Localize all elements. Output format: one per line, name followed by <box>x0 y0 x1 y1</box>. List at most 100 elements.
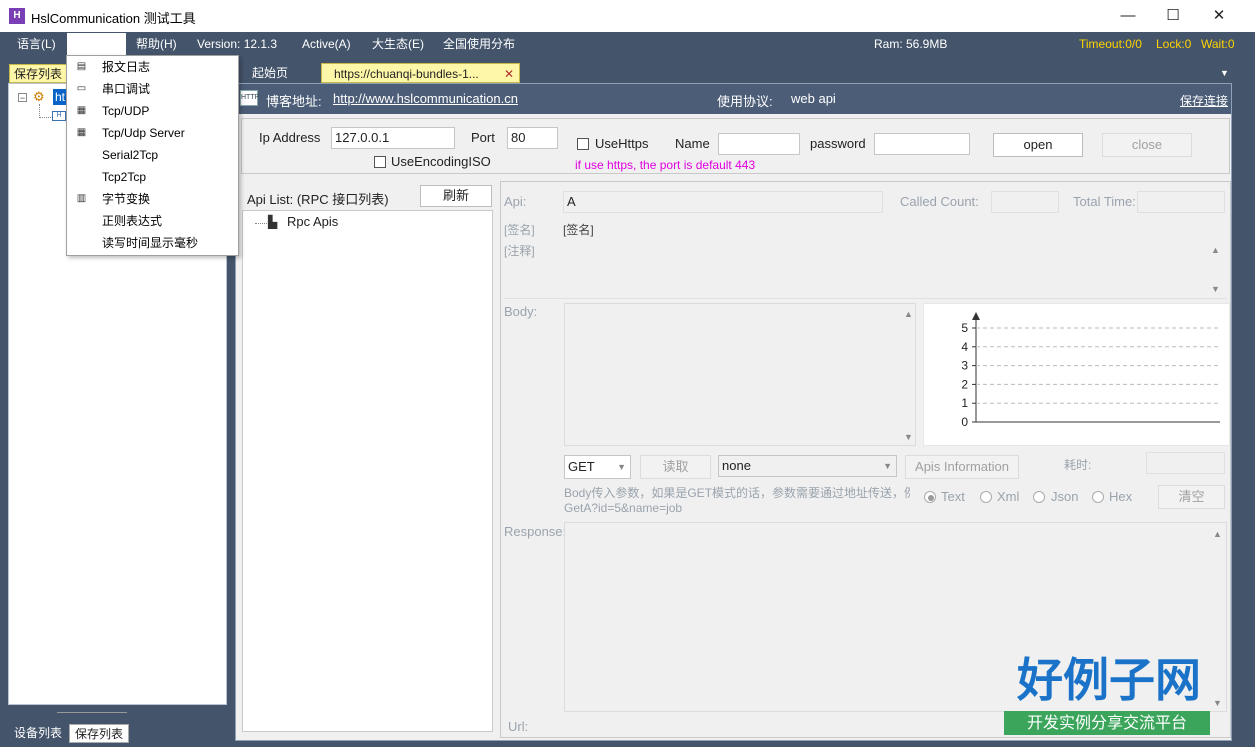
chart-y-tick-label: 0 <box>961 415 968 429</box>
apis-information-button[interactable]: Apis Information <box>905 455 1019 479</box>
method-value: GET <box>568 459 595 474</box>
scroll-down-icon[interactable]: ▼ <box>1211 284 1220 294</box>
use-encoding-label[interactable]: UseEncodingISO <box>391 154 491 169</box>
open-button[interactable]: open <box>993 133 1083 157</box>
maximize-button[interactable]: ☐ <box>1150 0 1196 32</box>
port-input[interactable]: 80 <box>507 127 558 149</box>
use-encoding-checkbox[interactable] <box>374 156 386 168</box>
url-label: Url: <box>508 719 529 734</box>
chevron-down-icon: ▼ <box>617 462 626 472</box>
time-chart: 0 1 2 3 4 5 <box>961 312 1220 429</box>
format-hex-label[interactable]: Hex <box>1109 489 1132 504</box>
format-text-radio[interactable] <box>924 491 936 503</box>
scroll-indicator <box>57 712 127 713</box>
tab-start-page[interactable]: 起始页 <box>240 63 300 83</box>
tab-saved-list[interactable]: 保存列表 <box>69 724 130 743</box>
menu-item-serial-debug[interactable]: ▭ 串口调试 <box>67 78 238 100</box>
content-type-value: none <box>722 458 751 473</box>
menu-item-byte-transform[interactable]: ▥ 字节变换 <box>67 188 238 210</box>
password-input[interactable] <box>874 133 970 155</box>
refresh-button[interactable]: 刷新 <box>420 185 492 207</box>
rpc-icon: ▙ <box>268 215 278 229</box>
save-connection-link[interactable]: 保存连接 <box>1180 92 1228 109</box>
http-icon: HTTP <box>240 90 259 106</box>
format-hex-radio[interactable] <box>1092 491 1104 503</box>
menu-bar: 语言(L) 帮助(H) Version: 12.1.3 Active(A) 大生… <box>0 32 1255 56</box>
tree-node-selected[interactable]: ht <box>53 89 68 105</box>
collapse-icon[interactable]: − <box>18 93 27 103</box>
minimize-button[interactable]: — <box>1105 0 1151 32</box>
menu-ecosystem[interactable]: 大生态(E) <box>372 32 424 56</box>
use-https-label[interactable]: UseHttps <box>595 136 648 151</box>
network-icon: ▦ <box>76 105 87 116</box>
menu-item-tcp-udp[interactable]: ▦ Tcp/UDP <box>67 100 238 122</box>
menu-help[interactable]: 帮助(H) <box>136 32 177 56</box>
title-bar: H HslCommunication 测试工具 — ☐ ✕ <box>0 0 1255 32</box>
format-json-radio[interactable] <box>1033 491 1045 503</box>
ip-address-label: Ip Address <box>259 130 321 145</box>
read-button[interactable]: 读取 <box>640 455 711 479</box>
protocol-label: 使用协议: <box>717 94 773 109</box>
scroll-down-icon[interactable]: ▼ <box>904 432 913 442</box>
elapsed-label: 耗时: <box>1064 458 1092 472</box>
ip-address-input[interactable]: 127.0.0.1 <box>331 127 455 149</box>
chevron-down-icon: ▼ <box>883 461 892 471</box>
divider <box>503 298 1227 299</box>
tab-saved-list-top[interactable]: 保存列表 <box>9 64 68 83</box>
chart-y-tick-label: 1 <box>961 396 968 410</box>
close-window-button[interactable]: ✕ <box>1196 0 1242 32</box>
menu-item-ms-display[interactable]: 读写时间显示毫秒 <box>67 232 238 254</box>
close-button[interactable]: close <box>1102 133 1192 157</box>
scroll-up-icon[interactable]: ▲ <box>1211 245 1220 255</box>
name-input[interactable] <box>718 133 800 155</box>
content-type-select[interactable]: none ▼ <box>718 455 897 477</box>
menu-item-tcp2tcp[interactable]: Tcp2Tcp <box>67 166 238 188</box>
chart-y-tick-label: 3 <box>961 359 968 373</box>
protocol-value: web api <box>791 91 836 106</box>
tab-device-list[interactable]: 设备列表 <box>9 724 67 743</box>
blog-link[interactable]: http://www.hslcommunication.cn <box>333 91 518 106</box>
body-label: Body: <box>504 304 538 319</box>
chart-y-tick-label: 4 <box>961 340 968 354</box>
format-json-label[interactable]: Json <box>1051 489 1078 504</box>
menu-distribution[interactable]: 全国使用分布 <box>443 32 515 56</box>
scroll-up-icon[interactable]: ▲ <box>904 309 913 319</box>
chart-panel: 0 1 2 3 4 5 <box>923 303 1230 446</box>
tab-active-url[interactable]: https://chuanqi-bundles-1... ✕ <box>321 63 520 83</box>
method-select[interactable]: GET ▼ <box>564 455 631 479</box>
http-device-icon[interactable]: H <box>52 111 66 121</box>
menu-version[interactable]: Version: 12.1.3 <box>197 32 277 56</box>
menu-item-tcp-udp-server[interactable]: ▦ Tcp/Udp Server <box>67 122 238 144</box>
menu-tools-open[interactable] <box>67 33 126 55</box>
tab-list-dropdown-icon[interactable]: ▼ <box>1220 68 1229 78</box>
https-hint: if use https, the port is default 443 <box>575 158 756 172</box>
close-tab-icon[interactable]: ✕ <box>504 64 514 84</box>
format-xml-radio[interactable] <box>980 491 992 503</box>
menu-language[interactable]: 语言(L) <box>17 32 56 56</box>
api-list-title: Api List: (RPC 接口列表) <box>247 192 389 207</box>
menu-item-serial2tcp[interactable]: Serial2Tcp <box>67 144 238 166</box>
body-textarea[interactable]: ▲ ▼ <box>564 303 916 446</box>
name-label: Name <box>675 136 710 151</box>
body-hint-line1: Body传入参数，如果是GET模式的话，参数需要通过地址传送，例 <box>564 486 910 500</box>
menu-active[interactable]: Active(A) <box>302 32 351 56</box>
clear-button[interactable]: 清空 <box>1158 485 1225 509</box>
tree-line <box>39 104 40 118</box>
tree-line <box>255 223 267 224</box>
wait-status: Wait:0 <box>1201 37 1235 51</box>
chart-y-tick-label: 5 <box>961 321 968 335</box>
menu-item-regex[interactable]: 正则表达式 <box>67 210 238 232</box>
scroll-up-icon[interactable]: ▲ <box>1213 529 1222 539</box>
sign-label: [签名] <box>504 223 535 237</box>
chart-y-tick-label: 2 <box>961 377 968 391</box>
format-text-label[interactable]: Text <box>941 489 965 504</box>
bytes-icon: ▥ <box>76 193 87 204</box>
menu-item-message-log[interactable]: ▤ 报文日志 <box>67 56 238 78</box>
body-hint-line2: GetA?id=5&name=job <box>564 501 683 515</box>
use-https-checkbox[interactable] <box>577 138 589 150</box>
scroll-down-icon[interactable]: ▼ <box>1213 698 1222 708</box>
format-xml-label[interactable]: Xml <box>997 489 1019 504</box>
rpc-apis-node[interactable]: Rpc Apis <box>287 214 338 229</box>
app-icon: H <box>9 8 25 24</box>
elapsed-value <box>1146 452 1225 474</box>
